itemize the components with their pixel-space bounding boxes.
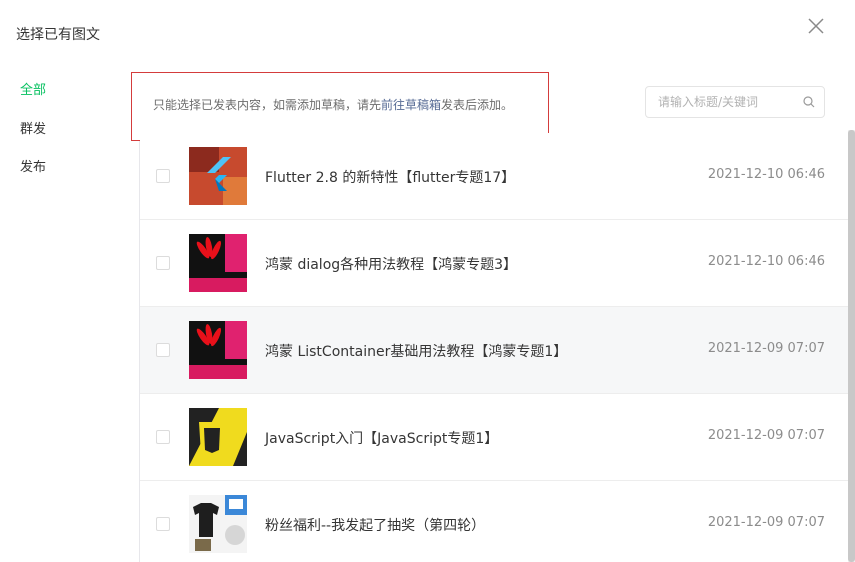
article-title[interactable]: 鸿蒙 ListContainer基础用法教程【鸿蒙专题1】: [265, 341, 567, 361]
row-checkbox[interactable]: [156, 256, 170, 270]
notice-text-before: 只能选择已发表内容，如需添加草稿，请先: [153, 98, 382, 112]
sidebar-item-mass[interactable]: 群发: [20, 118, 46, 137]
scrollbar-thumb[interactable]: [848, 130, 855, 562]
flutter-thumbnail: [189, 147, 247, 205]
article-date: 2021-12-09 07:07: [707, 428, 825, 443]
search-input[interactable]: [658, 87, 798, 117]
javascript-thumbnail: [189, 408, 247, 466]
scrollbar-track[interactable]: [848, 130, 855, 562]
article-title[interactable]: 鸿蒙 dialog各种用法教程【鸿蒙专题3】: [265, 254, 517, 274]
sidebar-item-publish[interactable]: 发布: [20, 156, 46, 175]
sidebar-item-all[interactable]: 全部: [20, 79, 46, 98]
list-item[interactable]: 鸿蒙 ListContainer基础用法教程【鸿蒙专题1】 2021-12-09…: [140, 307, 855, 394]
row-checkbox[interactable]: [156, 517, 170, 531]
dialog-title: 选择已有图文: [16, 27, 100, 43]
list-item[interactable]: Flutter 2.8 的新特性【flutter专题17】 2021-12-10…: [140, 133, 855, 220]
notice-text: 只能选择已发表内容，如需添加草稿，请先前往草稿箱发表后添加。: [153, 96, 513, 113]
harmony-thumbnail: [189, 321, 247, 379]
close-icon[interactable]: [806, 16, 826, 36]
row-checkbox[interactable]: [156, 430, 170, 444]
list-item[interactable]: JavaScript入门【JavaScript专题1】 2021-12-09 0…: [140, 394, 855, 481]
article-date: 2021-12-10 06:46: [707, 167, 825, 182]
article-date: 2021-12-10 06:46: [707, 254, 825, 269]
harmony-thumbnail: [189, 234, 247, 292]
prize-thumbnail: [189, 495, 247, 553]
list-item[interactable]: 鸿蒙 dialog各种用法教程【鸿蒙专题3】 2021-12-10 06:46: [140, 220, 855, 307]
article-title[interactable]: Flutter 2.8 的新特性【flutter专题17】: [265, 167, 515, 187]
article-date: 2021-12-09 07:07: [707, 515, 825, 530]
search-box: [645, 86, 825, 118]
article-title[interactable]: 粉丝福利--我发起了抽奖（第四轮）: [265, 515, 485, 535]
drafts-link[interactable]: 前往草稿箱: [381, 98, 441, 112]
row-checkbox[interactable]: [156, 343, 170, 357]
notice-text-after: 发表后添加。: [441, 98, 514, 112]
search-icon[interactable]: [802, 95, 816, 109]
article-list: Flutter 2.8 的新特性【flutter专题17】 2021-12-10…: [140, 133, 855, 562]
row-checkbox[interactable]: [156, 169, 170, 183]
list-item[interactable]: 粉丝福利--我发起了抽奖（第四轮） 2021-12-09 07:07: [140, 481, 855, 562]
article-date: 2021-12-09 07:07: [707, 341, 825, 356]
article-title[interactable]: JavaScript入门【JavaScript专题1】: [265, 428, 498, 448]
